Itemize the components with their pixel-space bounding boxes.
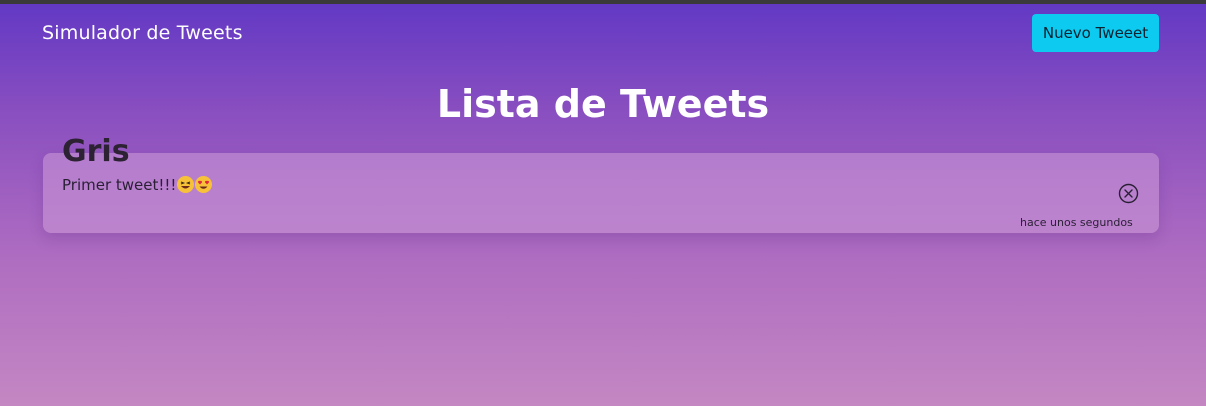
laughing-face-emoji [177, 176, 195, 193]
navbar-brand[interactable]: Simulador de Tweets [42, 22, 243, 44]
tweet-text: Primer tweet!!! [62, 176, 177, 194]
tweet-timestamp: hace unos segundos [1020, 216, 1133, 229]
tweet-username: Gris [62, 134, 130, 169]
tweet-body: Primer tweet!!! [62, 176, 213, 194]
new-tweet-button[interactable]: Nuevo Tweeet [1032, 14, 1159, 52]
close-circle-icon [1118, 183, 1139, 204]
heart-eyes-emoji [195, 176, 213, 193]
delete-tweet-button[interactable] [1118, 183, 1139, 204]
navbar: Simulador de Tweets Nuevo Tweeet [0, 4, 1206, 62]
page-title: Lista de Tweets [436, 82, 770, 126]
